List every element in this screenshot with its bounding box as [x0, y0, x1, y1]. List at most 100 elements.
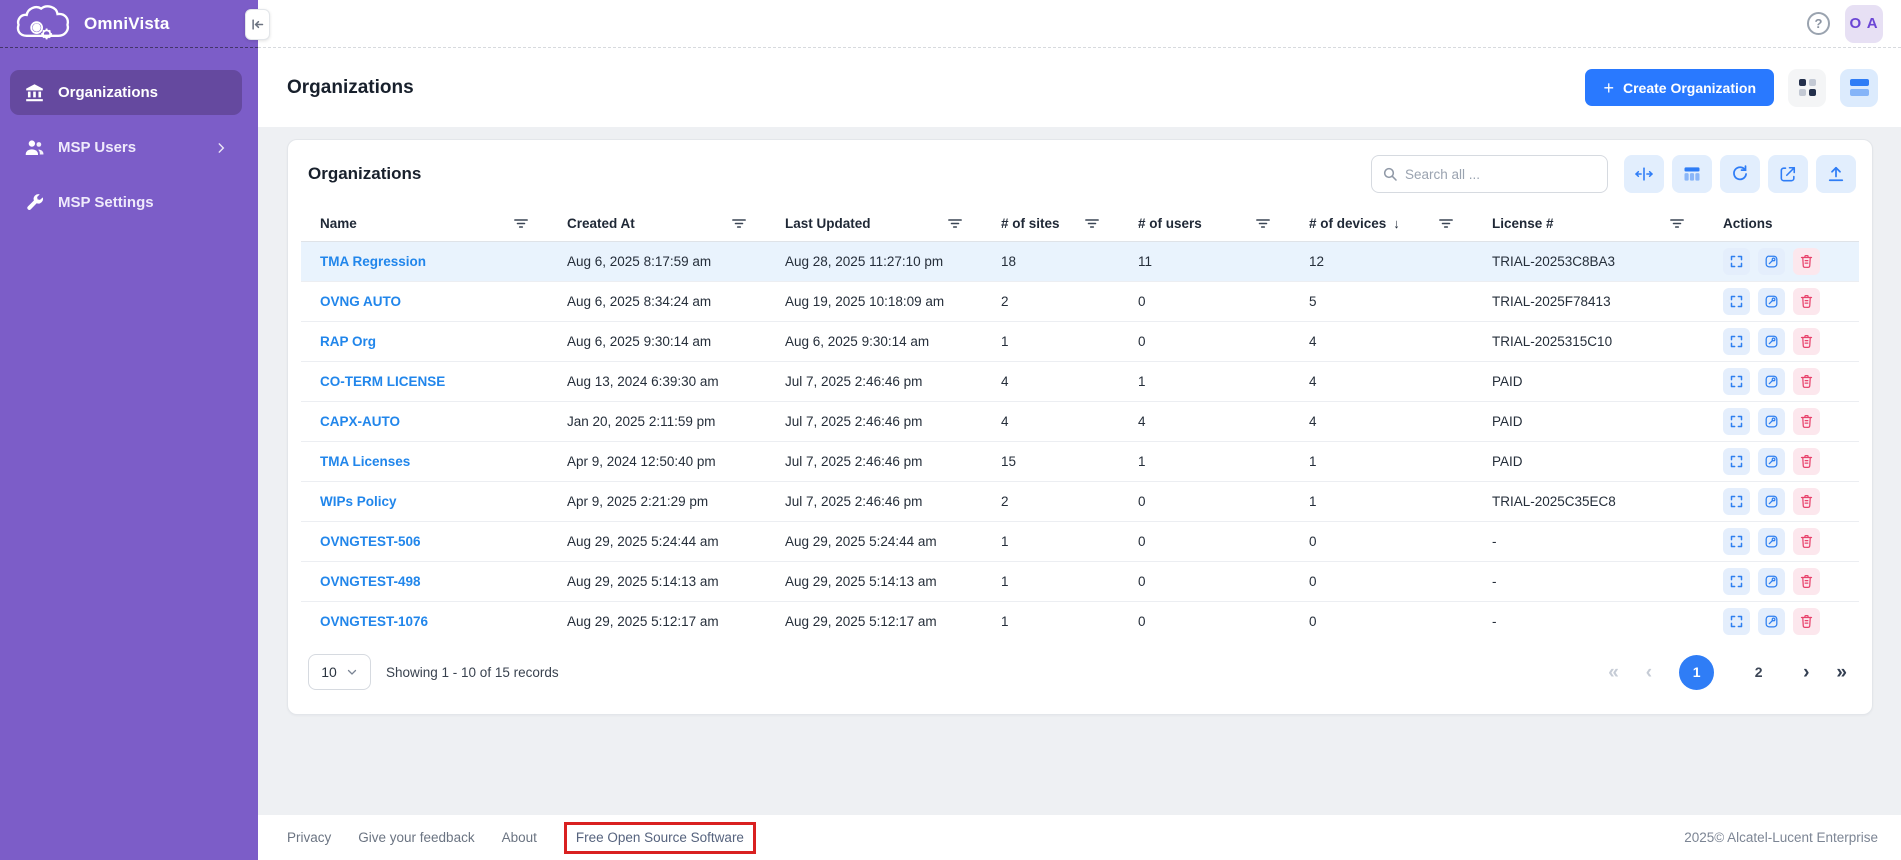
footer-link-feedback[interactable]: Give your feedback	[358, 830, 474, 845]
help-icon[interactable]	[1807, 12, 1830, 35]
filter-icon[interactable]	[1256, 218, 1270, 229]
expand-row-button[interactable]	[1723, 328, 1750, 355]
organization-name-link[interactable]: TMA Regression	[320, 254, 426, 269]
edit-row-button[interactable]	[1758, 488, 1785, 515]
sort-descending-icon[interactable]	[1393, 216, 1400, 231]
table-row[interactable]: OVNGTEST-506 Aug 29, 2025 5:24:44 am Aug…	[301, 521, 1859, 561]
column-header-last-updated[interactable]: Last Updated	[766, 206, 982, 241]
column-header-license[interactable]: License #	[1473, 206, 1704, 241]
sidebar-item-organizations[interactable]: Organizations	[10, 70, 242, 115]
column-header-created-at[interactable]: Created At	[548, 206, 766, 241]
page-size-select[interactable]: 10	[308, 654, 371, 690]
filter-icon[interactable]	[514, 218, 528, 229]
edit-row-button[interactable]	[1758, 528, 1785, 555]
organization-name-link[interactable]: OVNGTEST-1076	[320, 614, 428, 629]
organization-name-link[interactable]: CAPX-AUTO	[320, 414, 400, 429]
footer-link-foss[interactable]: Free Open Source Software	[576, 830, 744, 845]
delete-row-button[interactable]	[1793, 368, 1820, 395]
expand-columns-button[interactable]	[1624, 155, 1664, 193]
table-row[interactable]: OVNG AUTO Aug 6, 2025 8:34:24 am Aug 19,…	[301, 281, 1859, 321]
expand-row-button[interactable]	[1723, 568, 1750, 595]
sidebar-item-msp-settings[interactable]: MSP Settings	[10, 180, 242, 225]
previous-page-button[interactable]	[1646, 663, 1652, 682]
sidebar-item-msp-users[interactable]: MSP Users	[10, 125, 242, 170]
expand-row-button[interactable]	[1723, 528, 1750, 555]
page-button-1[interactable]: 1	[1679, 655, 1714, 690]
copyright-text: 2025© Alcatel-Lucent Enterprise	[1684, 830, 1878, 845]
organization-name-link[interactable]: OVNGTEST-498	[320, 574, 421, 589]
filter-icon[interactable]	[1085, 218, 1099, 229]
delete-row-button[interactable]	[1793, 448, 1820, 475]
search-input[interactable]	[1405, 167, 1597, 182]
edit-row-button[interactable]	[1758, 288, 1785, 315]
edit-row-button[interactable]	[1758, 448, 1785, 475]
edit-row-button[interactable]	[1758, 408, 1785, 435]
table-row[interactable]: RAP Org Aug 6, 2025 9:30:14 am Aug 6, 20…	[301, 321, 1859, 361]
expand-row-button[interactable]	[1723, 408, 1750, 435]
filter-icon[interactable]	[732, 218, 746, 229]
create-organization-button[interactable]: Create Organization	[1585, 69, 1774, 106]
edit-row-button[interactable]	[1758, 248, 1785, 275]
column-header-name[interactable]: Name	[301, 206, 548, 241]
organization-name-link[interactable]: OVNG AUTO	[320, 294, 401, 309]
export-button[interactable]	[1816, 155, 1856, 193]
table-row[interactable]: TMA Licenses Apr 9, 2024 12:50:40 pm Jul…	[301, 441, 1859, 481]
last-updated-cell: Aug 19, 2025 10:18:09 am	[766, 281, 982, 321]
expand-row-button[interactable]	[1723, 368, 1750, 395]
filter-icon[interactable]	[1439, 218, 1453, 229]
expand-row-button[interactable]	[1723, 448, 1750, 475]
delete-row-button[interactable]	[1793, 288, 1820, 315]
organization-name-link[interactable]: RAP Org	[320, 334, 376, 349]
organization-name-link[interactable]: TMA Licenses	[320, 454, 410, 469]
expand-row-button[interactable]	[1723, 608, 1750, 635]
edit-row-button[interactable]	[1758, 608, 1785, 635]
sidebar-collapse-button[interactable]	[245, 9, 270, 40]
expand-row-button[interactable]	[1723, 488, 1750, 515]
expand-row-button[interactable]	[1723, 288, 1750, 315]
avatar[interactable]: O A	[1845, 5, 1883, 43]
refresh-button[interactable]	[1720, 155, 1760, 193]
organization-name-link[interactable]: OVNGTEST-506	[320, 534, 421, 549]
page-button-2[interactable]: 2	[1741, 655, 1776, 690]
table-row[interactable]: OVNGTEST-498 Aug 29, 2025 5:14:13 am Aug…	[301, 561, 1859, 601]
organization-name-link[interactable]: WIPs Policy	[320, 494, 397, 509]
list-view-icon	[1850, 79, 1869, 96]
delete-row-button[interactable]	[1793, 488, 1820, 515]
next-page-button[interactable]	[1803, 663, 1809, 682]
column-header-devices[interactable]: # of devices	[1290, 206, 1473, 241]
expand-row-button[interactable]	[1723, 248, 1750, 275]
footer-link-about[interactable]: About	[502, 830, 537, 845]
delete-row-button[interactable]	[1793, 608, 1820, 635]
delete-row-button[interactable]	[1793, 248, 1820, 275]
license-cell: PAID	[1473, 361, 1704, 401]
open-external-button[interactable]	[1768, 155, 1808, 193]
delete-row-button[interactable]	[1793, 568, 1820, 595]
column-header-sites[interactable]: # of sites	[982, 206, 1119, 241]
delete-row-button[interactable]	[1793, 408, 1820, 435]
table-row[interactable]: CAPX-AUTO Jan 20, 2025 2:11:59 pm Jul 7,…	[301, 401, 1859, 441]
table-row[interactable]: OVNGTEST-1076 Aug 29, 2025 5:12:17 am Au…	[301, 601, 1859, 641]
last-page-button[interactable]	[1836, 663, 1847, 682]
column-header-users[interactable]: # of users	[1119, 206, 1290, 241]
column-header-actions: Actions	[1704, 206, 1859, 241]
filter-icon[interactable]	[948, 218, 962, 229]
first-page-button[interactable]	[1608, 663, 1619, 682]
table-row[interactable]: CO-TERM LICENSE Aug 13, 2024 6:39:30 am …	[301, 361, 1859, 401]
filter-icon[interactable]	[1670, 218, 1684, 229]
edit-row-button[interactable]	[1758, 368, 1785, 395]
sites-count-cell: 2	[982, 481, 1119, 521]
delete-row-button[interactable]	[1793, 528, 1820, 555]
table-row[interactable]: WIPs Policy Apr 9, 2025 2:21:29 pm Jul 7…	[301, 481, 1859, 521]
list-view-button[interactable]	[1840, 69, 1878, 107]
footer-link-privacy[interactable]: Privacy	[287, 830, 331, 845]
last-updated-cell: Aug 29, 2025 5:24:44 am	[766, 521, 982, 561]
manage-columns-button[interactable]	[1672, 155, 1712, 193]
table-row[interactable]: TMA Regression Aug 6, 2025 8:17:59 am Au…	[301, 241, 1859, 281]
organization-name-link[interactable]: CO-TERM LICENSE	[320, 374, 445, 389]
created-at-cell: Jan 20, 2025 2:11:59 pm	[548, 401, 766, 441]
edit-row-button[interactable]	[1758, 328, 1785, 355]
last-updated-cell: Aug 29, 2025 5:14:13 am	[766, 561, 982, 601]
edit-row-button[interactable]	[1758, 568, 1785, 595]
delete-row-button[interactable]	[1793, 328, 1820, 355]
grid-view-button[interactable]	[1788, 69, 1826, 107]
